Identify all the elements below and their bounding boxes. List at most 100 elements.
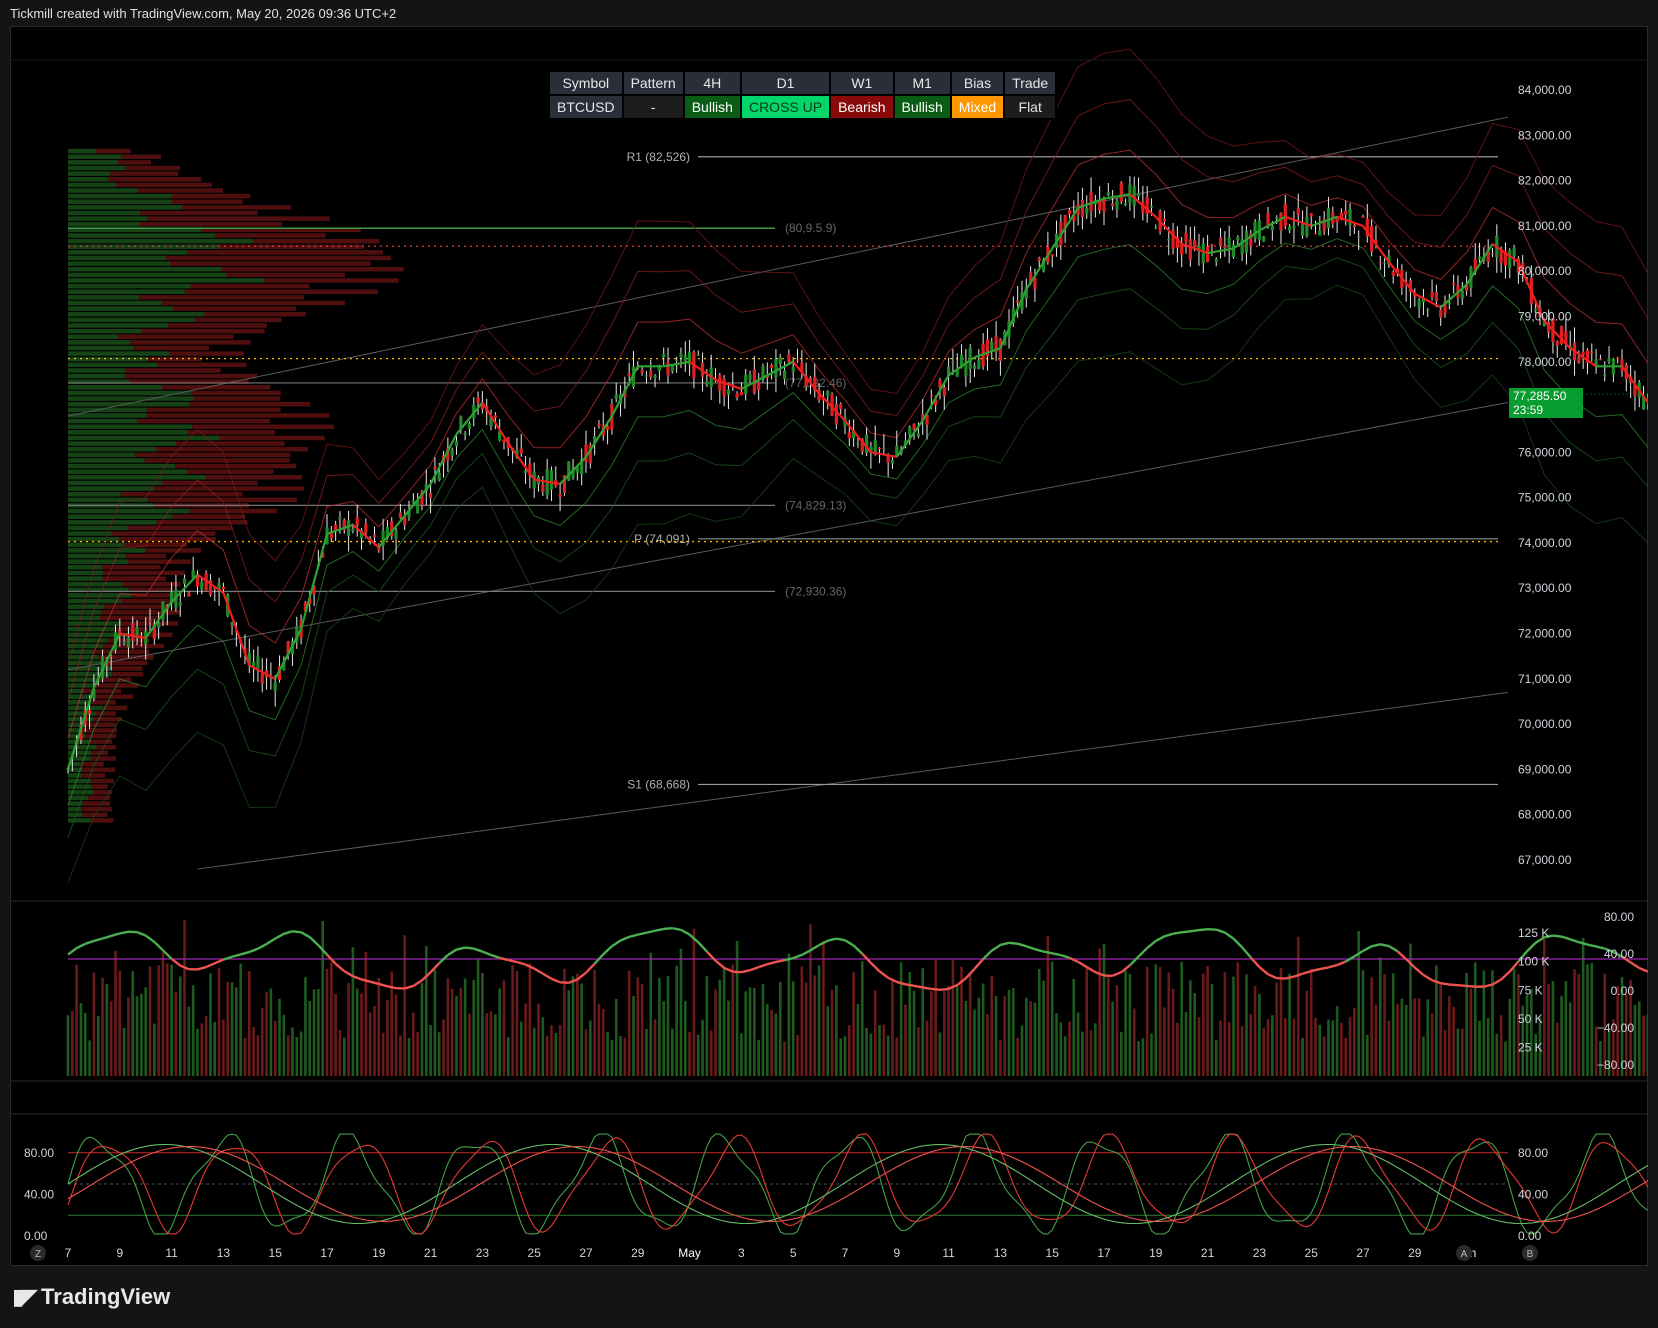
bias-header-cell: W1: [831, 72, 893, 94]
volume-bar: [1193, 993, 1196, 1076]
price-tick-label: 69,000.00: [1518, 762, 1572, 776]
volume-profile-bar: [91, 700, 116, 705]
volume-bar: [930, 991, 933, 1076]
candle-up: [1136, 192, 1141, 197]
volume-profile-bar: [124, 373, 257, 379]
volume-bar: [636, 977, 640, 1076]
oscillator-line: [551, 977, 561, 984]
volume-bar: [1253, 986, 1257, 1076]
volume-bar: [442, 1019, 445, 1076]
volume-bar: [1292, 1018, 1296, 1076]
volume-bar: [942, 990, 946, 1076]
candle-up: [157, 622, 161, 628]
volume-profile-bar: [68, 373, 125, 379]
volume-bar: [485, 1013, 489, 1076]
volume-profile-bar: [68, 328, 142, 334]
volume-bar: [1452, 1006, 1455, 1076]
volume-bar: [1491, 970, 1494, 1076]
candle-down: [429, 493, 433, 498]
candle-down: [372, 534, 377, 538]
candle-down: [260, 673, 264, 684]
volume-bar: [541, 1017, 545, 1076]
candle-down: [1490, 253, 1495, 255]
volume-profile-bar: [190, 283, 310, 289]
oscillator-tick-label: −80.00: [1597, 1058, 1634, 1072]
candle-down: [433, 466, 437, 469]
candle-down: [1193, 240, 1197, 248]
price-tick-label: 83,000.00: [1518, 128, 1572, 142]
volume-bar: [809, 924, 812, 1076]
volume-profile-bar: [68, 581, 122, 587]
candle-down: [757, 382, 761, 391]
candle-down: [1180, 244, 1184, 255]
oscillator-line: [827, 937, 837, 942]
stoch-tick-right: 40.00: [1518, 1187, 1548, 1201]
volume-bar: [869, 1033, 873, 1076]
volume-bar: [66, 1015, 70, 1076]
candle-down: [1033, 277, 1037, 289]
oscillator-line: [1569, 938, 1580, 944]
oscillator-line: [560, 981, 569, 985]
volume-bar: [1370, 977, 1373, 1076]
candle-down: [139, 643, 143, 645]
time-tick-label: 9: [893, 1246, 900, 1260]
oscillator-line: [248, 947, 259, 954]
volume-bar: [157, 965, 160, 1076]
candle-up: [614, 394, 618, 399]
volume-bar: [282, 1014, 286, 1076]
oscillator-line: [1457, 984, 1467, 988]
oscillator-line: [1336, 960, 1347, 967]
volume-bar: [92, 972, 96, 1076]
chart-canvas[interactable]: R1 (82,526)P (74,091)S1 (68,668)(77,532.…: [10, 26, 1648, 1266]
candle-up: [467, 423, 472, 429]
volume-tick-label: 25 K: [1518, 1040, 1543, 1054]
stochastic-panel[interactable]: [67, 1133, 1648, 1235]
volume-bar: [921, 968, 924, 1076]
time-tick-label: 17: [320, 1246, 334, 1260]
volume-profile-bar: [146, 413, 330, 418]
volume-bar: [722, 967, 726, 1076]
oscillator-line: [1267, 973, 1278, 980]
time-tick-label: 5: [790, 1246, 797, 1260]
price-panel[interactable]: R1 (82,526)P (74,091)S1 (68,668)(77,532.…: [66, 48, 1648, 883]
volume-bar: [671, 1028, 674, 1076]
volume-bar: [1417, 998, 1421, 1076]
stoch-tick-left: 80.00: [24, 1146, 54, 1160]
volume-bar: [1508, 998, 1512, 1076]
volume-profile-bar: [68, 463, 176, 469]
bias-value-cell: Bearish: [831, 96, 893, 118]
candle-up: [1085, 207, 1089, 215]
oscillator-line: [1414, 966, 1425, 976]
log-scale-button[interactable]: B: [1522, 1245, 1538, 1261]
candle-up: [1115, 200, 1119, 210]
volume-bar: [955, 984, 959, 1076]
volume-bar: [226, 981, 230, 1076]
volume-bar: [973, 1009, 976, 1076]
volume-bar: [1258, 993, 1261, 1076]
volume-profile-bar: [68, 806, 82, 812]
candle-up: [126, 637, 131, 648]
volume-bar: [498, 988, 501, 1076]
volume-bar: [1180, 961, 1183, 1076]
candle-down: [649, 370, 653, 378]
volume-profile-bar: [146, 407, 281, 413]
volume-bar: [463, 978, 467, 1076]
goto-button[interactable]: Z: [30, 1245, 46, 1261]
volume-profile-bar: [140, 210, 258, 216]
tradingview-logo[interactable]: ▮◤ TradingView: [12, 1284, 170, 1310]
price-tick-label: 84,000.00: [1518, 83, 1572, 97]
volume-panel[interactable]: [66, 920, 1648, 1076]
auto-scale-button[interactable]: A: [1456, 1245, 1472, 1261]
oscillator-line: [1500, 970, 1511, 981]
volume-profile-bar: [103, 570, 185, 576]
volume-bar: [778, 981, 782, 1076]
oscillator-line: [1215, 928, 1226, 934]
oscillator-line: [119, 930, 129, 935]
volume-bar: [1132, 1008, 1136, 1076]
volume-bar: [1318, 1024, 1322, 1076]
candle-up: [1508, 250, 1512, 269]
oscillator-line: [1224, 931, 1235, 940]
volume-profile-bar: [83, 688, 122, 694]
volume-profile-bar: [68, 750, 92, 756]
oscillator-line: [1396, 950, 1407, 960]
